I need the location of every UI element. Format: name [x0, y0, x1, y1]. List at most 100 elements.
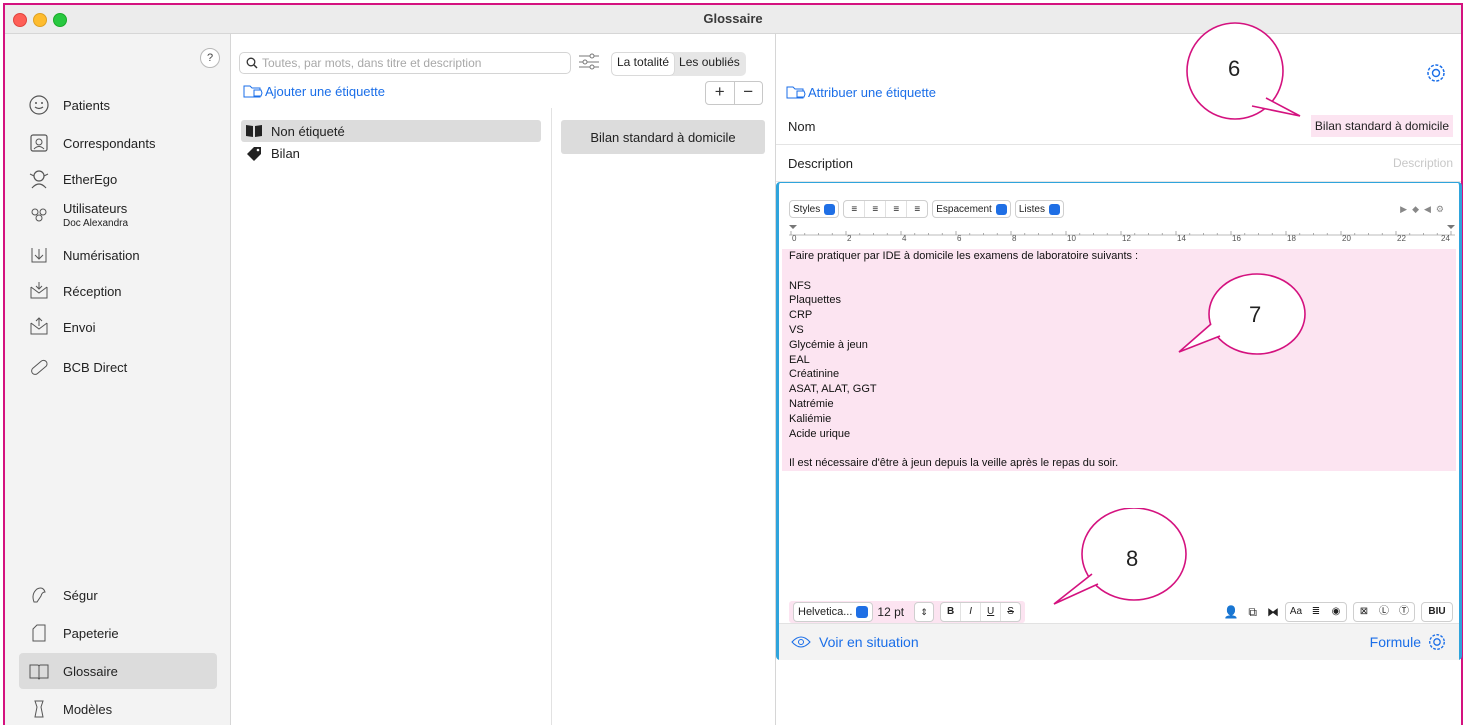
add-button[interactable]: + [706, 82, 735, 104]
scan-icon [25, 243, 53, 267]
ruler-tick-label: 12 [1122, 234, 1131, 241]
sidebar-item-envoi[interactable]: Envoi [19, 310, 217, 344]
book-icon [25, 659, 53, 683]
sidebar-item-label: Réception [63, 283, 122, 299]
spacing-popup[interactable]: Espacement [932, 200, 1011, 218]
pill-icon [25, 355, 53, 379]
segment-all[interactable]: La totalité [612, 53, 675, 75]
editor-footer: Voir en situation Formule [779, 623, 1459, 660]
ruler-tick-label: 0 [792, 234, 797, 241]
underline-button[interactable]: U [981, 603, 1002, 621]
font-size-stepper-icon[interactable]: ⇕ [914, 602, 935, 622]
folder-tag-icon [786, 84, 806, 100]
sidebar-item-utilisateurs[interactable]: Utilisateurs Doc Alexandra [19, 198, 217, 232]
font-size-value[interactable]: 12 pt [877, 605, 904, 619]
chevron-down-icon [856, 606, 869, 618]
paragraph-icon[interactable]: ≣ [1306, 603, 1326, 621]
text-style-group: B I U S [940, 602, 1022, 622]
ruler-tick-label: 14 [1177, 234, 1186, 241]
box-l-icon[interactable]: Ⓛ [1374, 603, 1394, 621]
sidebar-item-label: Ségur [63, 587, 98, 603]
name-label: Nom [788, 118, 816, 134]
align-justify-icon[interactable]: ≡ [886, 201, 908, 217]
search-field[interactable]: Toutes, par mots, dans titre et descript… [239, 52, 571, 74]
box-x-icon[interactable]: ⊠ [1354, 603, 1374, 621]
strikethrough-button[interactable]: S [1001, 603, 1020, 621]
text-tools-group: Aa ≣ ◉ [1285, 602, 1347, 622]
biu-button[interactable]: BIU [1422, 603, 1452, 621]
copy-icon[interactable]: ⧉ [1248, 605, 1257, 620]
sidebar-item-modeles[interactable]: Modèles [19, 692, 217, 726]
ruler-tick-label: 20 [1342, 234, 1351, 241]
template-icon [25, 697, 53, 721]
name-field[interactable]: Bilan standard à domicile [1310, 115, 1453, 137]
sidebar-item-label: Patients [63, 97, 110, 113]
chevron-down-icon [995, 203, 1007, 215]
lists-popup[interactable]: Listes [1014, 200, 1064, 218]
callout-8: 8 [1050, 507, 1190, 611]
ruler-tick-label: 22 [1397, 234, 1406, 241]
sidebar-item-etherego[interactable]: EtherEgo [19, 162, 217, 196]
column-divider [551, 108, 552, 725]
ether-ego-icon [25, 167, 53, 191]
add-remove-control: + − [705, 81, 763, 105]
sidebar-item-label: BCB Direct [63, 359, 128, 375]
sidebar-item-numerisation[interactable]: Numérisation [19, 238, 217, 272]
sidebar-item-reception[interactable]: Réception [19, 274, 217, 308]
align-right-icon[interactable]: ≡ [907, 201, 927, 217]
tag-row-non-etiquete[interactable]: Non étiqueté [241, 120, 541, 142]
editor-line: Acide urique [789, 427, 851, 440]
tag-row-bilan[interactable]: Bilan [241, 142, 541, 164]
preview-label: Voir en situation [819, 634, 919, 650]
navigation-arrows-icon[interactable]: ▶◆◀⚙ [1400, 204, 1449, 215]
help-button[interactable]: ? [200, 48, 220, 68]
align-left-icon[interactable]: ≡ [844, 201, 866, 217]
styles-popup[interactable]: Styles [789, 200, 840, 218]
box-t-icon[interactable]: Ⓣ [1394, 603, 1414, 621]
sidebar-item-glossaire[interactable]: Glossaire [19, 653, 217, 689]
person-icon[interactable]: 👤 [1223, 605, 1238, 619]
preview-button[interactable]: Voir en situation [791, 634, 919, 650]
editor-line: Kaliémie [789, 412, 832, 425]
filter-segment: La totalité Les oubliés [611, 52, 746, 76]
add-tag-button[interactable]: Ajouter une étiquette [243, 83, 385, 99]
inbox-send-icon [25, 315, 53, 339]
glossary-entry-row[interactable]: Bilan standard à domicile [561, 120, 765, 154]
bold-button[interactable]: B [941, 603, 962, 621]
formula-button[interactable]: Formule [1370, 632, 1447, 652]
align-center-icon[interactable]: ≡ [865, 201, 887, 217]
gear-icon[interactable] [1425, 62, 1447, 87]
sidebar-item-papeterie[interactable]: Papeterie [19, 616, 217, 650]
sidebar-item-bcb-direct[interactable]: BCB Direct [19, 350, 217, 384]
callout-7: 7 [1175, 270, 1310, 361]
aa-button[interactable]: Aa [1286, 603, 1306, 621]
editor-line [789, 441, 1449, 456]
editor-line: Natrémie [789, 397, 834, 410]
users-icon [25, 203, 53, 227]
sidebar-item-label: Glossaire [63, 663, 118, 679]
sidebar-item-patients[interactable]: Patients [19, 88, 217, 122]
ruler-scale: 0 2 4 6 8 10 12 14 16 18 20 22 24 [789, 225, 1455, 243]
remove-button[interactable]: − [735, 82, 763, 104]
contact-card-icon [25, 131, 53, 155]
assign-tag-button[interactable]: Attribuer une étiquette [786, 84, 936, 100]
editor-body[interactable]: Faire pratiquer par IDE à domicile les e… [782, 249, 1456, 471]
split-icon[interactable]: ⧓ [1267, 605, 1279, 619]
search-icon [246, 57, 258, 69]
editor-line: Il est nécessaire d'être à jeun depuis l… [789, 457, 1119, 470]
sidebar-item-correspondants[interactable]: Correspondants [19, 126, 217, 160]
chevron-down-icon [824, 203, 836, 215]
glossary-list-panel: Toutes, par mots, dans titre et descript… [231, 34, 776, 725]
right-tools: 👤 ⧉ ⧓ Aa ≣ ◉ ⊠ Ⓛ Ⓣ BIU [1223, 602, 1453, 622]
sidebar-item-label: Utilisateurs [63, 201, 128, 216]
sidebar-item-segur[interactable]: Ségur [19, 578, 217, 612]
italic-button[interactable]: I [961, 603, 982, 621]
description-field[interactable]: Description [1393, 156, 1453, 170]
callout-number: 8 [1126, 546, 1139, 571]
font-family-popup[interactable]: Helvetica... [793, 602, 874, 622]
filter-sliders-icon[interactable] [577, 51, 601, 73]
segment-forgotten[interactable]: Les oubliés [674, 53, 745, 75]
eye-icon[interactable]: ◉ [1326, 603, 1346, 621]
alignment-group: ≡ ≡ ≡ ≡ [843, 200, 929, 218]
font-controls-highlight: Helvetica... 12 pt ⇕ B I U S [789, 601, 1026, 623]
